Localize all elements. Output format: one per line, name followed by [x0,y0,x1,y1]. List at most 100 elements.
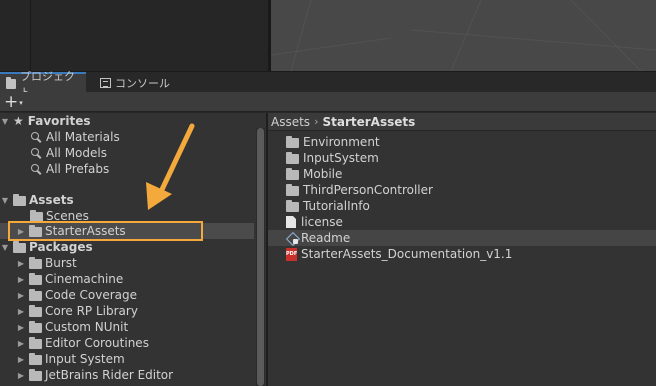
foldout-collapsed-icon[interactable]: ▶ [16,259,26,268]
asset-item-environment[interactable]: Environment [268,134,656,150]
console-icon [100,77,111,88]
tree-item-package[interactable]: ▶ Core RP Library [0,303,254,319]
foldout-collapsed-icon[interactable]: ▶ [16,339,26,348]
folder-contents: Assets › StarterAssets Environment Input… [268,113,656,386]
chevron-down-icon: ▾ [19,98,23,107]
scriptable-object-icon [286,232,298,244]
search-icon [30,131,42,143]
breadcrumb-current[interactable]: StarterAssets [322,115,415,129]
breadcrumb-root[interactable]: Assets [271,115,310,129]
tab-console-label: コンソール [115,76,170,90]
tab-console[interactable]: コンソール [94,72,176,93]
folder-icon [29,289,42,301]
folder-icon [286,168,299,180]
folder-icon [286,200,299,212]
asset-item-thirdpersoncontroller[interactable]: ThirdPersonController [268,182,656,198]
tree-item-all-models[interactable]: All Models [0,145,254,161]
annotation-arrow [146,123,195,210]
hierarchy-panel-bottom [0,0,268,71]
foldout-collapsed-icon[interactable]: ▶ [16,291,26,300]
breadcrumb: Assets › StarterAssets [268,113,656,131]
asset-label: StarterAssets_Documentation_v1.1 [301,247,513,261]
tree-section-packages[interactable]: ▼ Packages [0,239,254,255]
asset-label: ThirdPersonController [303,183,433,197]
tree-item-package[interactable]: ▶ JetBrains Rider Editor [0,367,254,383]
tree-item-label: Cinemachine [45,272,124,286]
tree-item-label: Custom NUnit [45,320,129,334]
tree-section-assets[interactable]: ▼ Assets [0,192,254,208]
tree-item-label: Input System [45,352,125,366]
scene-area [0,0,656,71]
tree-item-package[interactable]: ▶ Editor Coroutines [0,335,254,351]
folder-tree: ▼ ★ Favorites All Materials All Models A… [0,113,266,386]
foldout-expanded-icon[interactable]: ▼ [0,196,10,205]
asset-item-license[interactable]: license [268,214,656,230]
project-toolbar: + ▾ [0,92,656,112]
folder-icon [29,273,42,285]
folder-icon [29,257,42,269]
tree-item-package[interactable]: ▶ Burst [0,255,254,271]
tree-section-favorites[interactable]: ▼ ★ Favorites [0,113,254,129]
asset-label: Readme [301,231,351,245]
folder-icon [29,305,42,317]
foldout-collapsed-icon[interactable]: ▶ [16,355,26,364]
document-icon [286,216,296,228]
scrollbar-thumb[interactable] [257,128,264,386]
foldout-collapsed-icon[interactable]: ▶ [16,323,26,332]
folder-icon [286,136,299,148]
tree-section-label: Packages [29,240,93,254]
scene-view[interactable] [271,0,656,71]
foldout-expanded-icon[interactable]: ▼ [0,117,10,126]
tree-item-all-materials[interactable]: All Materials [0,129,254,145]
folder-icon [13,241,26,253]
asset-label: InputSystem [303,151,379,165]
asset-item-mobile[interactable]: Mobile [268,166,656,182]
tab-project[interactable]: プロジェクト [0,70,86,99]
star-icon: ★ [13,114,24,128]
pdf-icon: PDF [286,247,297,261]
tree-section-label: Assets [29,193,74,207]
plus-icon: + [4,91,19,112]
foldout-collapsed-icon[interactable]: ▶ [16,275,26,284]
tree-item-label: Core RP Library [45,304,138,318]
tab-bar: プロジェクト コンソール [0,70,656,99]
asset-label: Mobile [303,167,343,181]
foldout-expanded-icon[interactable]: ▼ [0,243,10,252]
tree-item-label: All Materials [46,130,120,144]
tree-item-package[interactable]: ▶ Input System [0,351,254,367]
tree-item-label: Code Coverage [45,288,138,302]
tree-item-label: Burst [45,256,77,270]
tree-item-package[interactable]: ▶ Code Coverage [0,287,254,303]
asset-label: license [301,215,343,229]
folder-icon [29,337,42,349]
chevron-right-icon: › [314,115,319,128]
tree-section-label: Favorites [27,114,91,128]
tree-item-all-prefabs[interactable]: All Prefabs [0,161,254,177]
tree-scrollbar[interactable] [256,128,265,386]
folder-icon [6,76,16,89]
folder-icon [13,194,26,206]
tree-item-label: Editor Coroutines [45,336,149,350]
tree-item-label: All Models [46,146,107,160]
asset-label: Environment [303,135,380,149]
foldout-collapsed-icon[interactable]: ▶ [16,307,26,316]
create-button[interactable]: + ▾ [4,93,32,111]
tree-item-label: JetBrains Rider Editor [45,368,174,382]
asset-item-documentation[interactable]: PDF StarterAssets_Documentation_v1.1 [268,246,656,262]
tree-item-package[interactable]: ▶ Custom NUnit [0,319,254,335]
asset-item-readme[interactable]: Readme [268,230,656,246]
highlight-box [8,221,203,241]
tree-item-label: All Prefabs [46,162,110,176]
search-icon [30,163,42,175]
asset-label: TutorialInfo [303,199,370,213]
asset-item-inputsystem[interactable]: InputSystem [268,150,656,166]
folder-icon [29,321,42,333]
asset-item-tutorialinfo[interactable]: TutorialInfo [268,198,656,214]
folder-icon [286,184,299,196]
tree-item-package[interactable]: ▶ Cinemachine [0,271,254,287]
foldout-collapsed-icon[interactable]: ▶ [16,371,26,380]
folder-icon [29,369,42,381]
folder-icon [29,353,42,365]
folder-icon [286,152,299,164]
search-icon [30,147,42,159]
